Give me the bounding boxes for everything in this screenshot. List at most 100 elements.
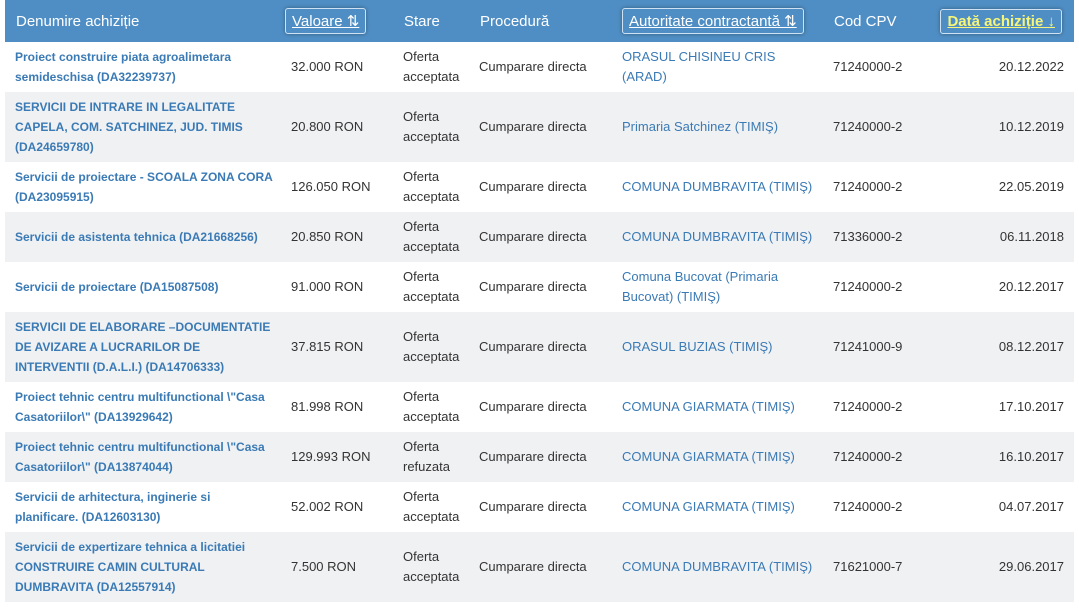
procurement-name-link[interactable]: Proiect tehnic centru multifunctional \"… [15,390,265,424]
cpv-code: 71240000-2 [833,449,903,464]
procurement-name-cell: Proiect tehnic centru multifunctional \"… [5,382,283,432]
sort-by-date-button[interactable]: Dată achiziție ↓ [940,9,1062,34]
authority-link[interactable]: COMUNA GIARMATA (TIMIŞ) [622,449,795,464]
procurement-procedure: Cumparare directa [479,449,587,464]
procurement-name-link[interactable]: SERVICII DE INTRARE IN LEGALITATE CAPELA… [15,100,243,154]
procurement-state: Oferta acceptata [403,489,460,524]
authority-cell: COMUNA DUMBRAVITA (TIMIŞ) [612,212,823,262]
procurement-state: Oferta acceptata [403,49,460,84]
procurement-name-cell: Proiect construire piata agroalimetara s… [5,42,283,92]
cpv-code: 71240000-2 [833,399,903,414]
procurement-value: 129.993 RON [291,449,371,464]
procurement-value: 20.800 RON [291,119,364,134]
header-name: Denumire achiziție [16,13,140,30]
authority-link[interactable]: Primaria Satchinez (TIMIŞ) [622,119,778,134]
authority-cell: COMUNA DUMBRAVITA (TIMIŞ) [612,162,823,212]
procurement-name-link[interactable]: Servicii de proiectare (DA15087508) [15,280,218,294]
procurement-name-cell: Servicii de arhitectura, inginerie si pl… [5,482,283,532]
procurement-procedure: Cumparare directa [479,499,587,514]
authority-cell: Primaria Satchinez (TIMIŞ) [612,92,823,162]
procurement-date: 08.12.2017 [998,339,1064,354]
authority-link[interactable]: COMUNA DUMBRAVITA (TIMIŞ) [622,179,812,194]
procurement-value: 126.050 RON [291,179,371,194]
header-procedure: Procedură [480,13,550,30]
table-row: SERVICII DE ELABORARE –DOCUMENTATIE DE A… [5,312,1074,382]
procurement-procedure: Cumparare directa [479,279,587,294]
cpv-code: 71240000-2 [833,119,903,134]
sort-by-authority-button[interactable]: Autoritate contractantă ⇅ [622,8,804,34]
procurement-state: Oferta acceptata [403,109,460,144]
header-state: Stare [404,13,440,30]
authority-cell: Comuna Bucovat (Primaria Bucovat) (TIMIŞ… [612,262,823,312]
table-header-row: Denumire achiziție Valoare ⇅ Stare Proce… [5,0,1074,42]
procurement-date: 16.10.2017 [998,449,1064,464]
procurement-name-link[interactable]: Servicii de arhitectura, inginerie si pl… [15,490,210,524]
authority-link[interactable]: COMUNA GIARMATA (TIMIŞ) [622,499,795,514]
procurement-value: 91.000 RON [291,279,364,294]
procurement-date: 20.12.2022 [998,59,1064,74]
procurement-name-cell: Servicii de proiectare (DA15087508) [5,262,283,312]
authority-link[interactable]: COMUNA DUMBRAVITA (TIMIŞ) [622,559,812,574]
authority-cell: ORASUL CHISINEU CRIS (ARAD) [612,42,823,92]
procurement-value: 32.000 RON [291,59,364,74]
procurement-state: Oferta acceptata [403,389,460,424]
procurement-state: Oferta acceptata [403,329,460,364]
procurement-name-cell: Servicii de asistenta tehnica (DA2166825… [5,212,283,262]
header-value-cell: Valoare ⇅ [283,0,393,42]
procurement-procedure: Cumparare directa [479,229,587,244]
procurement-value: 52.002 RON [291,499,364,514]
procurement-value: 81.998 RON [291,399,364,414]
procurement-state: Oferta acceptata [403,549,460,584]
procurement-name-link[interactable]: Servicii de asistenta tehnica (DA2166825… [15,230,258,244]
procurement-value: 20.850 RON [291,229,364,244]
table-row: Proiect construire piata agroalimetara s… [5,42,1074,92]
procurement-procedure: Cumparare directa [479,179,587,194]
procurement-state: Oferta acceptata [403,269,460,304]
procurement-name-link[interactable]: Proiect tehnic centru multifunctional \"… [15,440,265,474]
procurement-date: 10.12.2019 [998,119,1064,134]
procurement-name-cell: SERVICII DE ELABORARE –DOCUMENTATIE DE A… [5,312,283,382]
table-row: Servicii de arhitectura, inginerie si pl… [5,482,1074,532]
authority-cell: COMUNA GIARMATA (TIMIŞ) [612,382,823,432]
procurement-date: 22.05.2019 [998,179,1064,194]
cpv-code: 71621000-7 [833,559,903,574]
table-row: SERVICII DE INTRARE IN LEGALITATE CAPELA… [5,92,1074,162]
procurement-name-link[interactable]: Servicii de expertizare tehnica a licita… [15,540,245,594]
header-authority-cell: Autoritate contractantă ⇅ [612,0,823,42]
procurement-procedure: Cumparare directa [479,339,587,354]
authority-link[interactable]: COMUNA DUMBRAVITA (TIMIŞ) [622,229,812,244]
procurement-state: Oferta acceptata [403,219,460,254]
table-body: Proiect construire piata agroalimetara s… [5,42,1074,602]
header-cpv: Cod CPV [834,13,897,30]
authority-link[interactable]: ORASUL CHISINEU CRIS (ARAD) [622,49,775,84]
procurement-date: 04.07.2017 [998,499,1064,514]
authority-link[interactable]: ORASUL BUZIAS (TIMIŞ) [622,339,772,354]
sort-by-value-button[interactable]: Valoare ⇅ [285,8,367,34]
table-row: Servicii de proiectare - SCOALA ZONA COR… [5,162,1074,212]
procurement-date: 17.10.2017 [998,399,1064,414]
table-row: Proiect tehnic centru multifunctional \"… [5,432,1074,482]
cpv-code: 71240000-2 [833,499,903,514]
authority-cell: COMUNA GIARMATA (TIMIŞ) [612,482,823,532]
cpv-code: 71336000-2 [833,229,903,244]
authority-link[interactable]: COMUNA GIARMATA (TIMIŞ) [622,399,795,414]
procurements-table: Denumire achiziție Valoare ⇅ Stare Proce… [5,0,1074,602]
procurement-date: 29.06.2017 [998,559,1064,574]
cpv-code: 71240000-2 [833,279,903,294]
procurement-state: Oferta acceptata [403,169,460,204]
procurement-name-link[interactable]: Servicii de proiectare - SCOALA ZONA COR… [15,170,272,204]
procurement-procedure: Cumparare directa [479,119,587,134]
procurement-procedure: Cumparare directa [479,399,587,414]
procurement-name-cell: Servicii de proiectare - SCOALA ZONA COR… [5,162,283,212]
procurement-name-cell: SERVICII DE INTRARE IN LEGALITATE CAPELA… [5,92,283,162]
procurement-value: 7.500 RON [291,559,357,574]
procurement-name-link[interactable]: SERVICII DE ELABORARE –DOCUMENTATIE DE A… [15,320,270,374]
table-row: Servicii de asistenta tehnica (DA2166825… [5,212,1074,262]
procurement-name-cell: Servicii de expertizare tehnica a licita… [5,532,283,602]
authority-cell: COMUNA GIARMATA (TIMIŞ) [612,432,823,482]
cpv-code: 71240000-2 [833,59,903,74]
authority-link[interactable]: Comuna Bucovat (Primaria Bucovat) (TIMIŞ… [622,269,778,304]
authority-cell: COMUNA DUMBRAVITA (TIMIŞ) [612,532,823,602]
procurement-procedure: Cumparare directa [479,559,587,574]
procurement-name-link[interactable]: Proiect construire piata agroalimetara s… [15,50,231,84]
